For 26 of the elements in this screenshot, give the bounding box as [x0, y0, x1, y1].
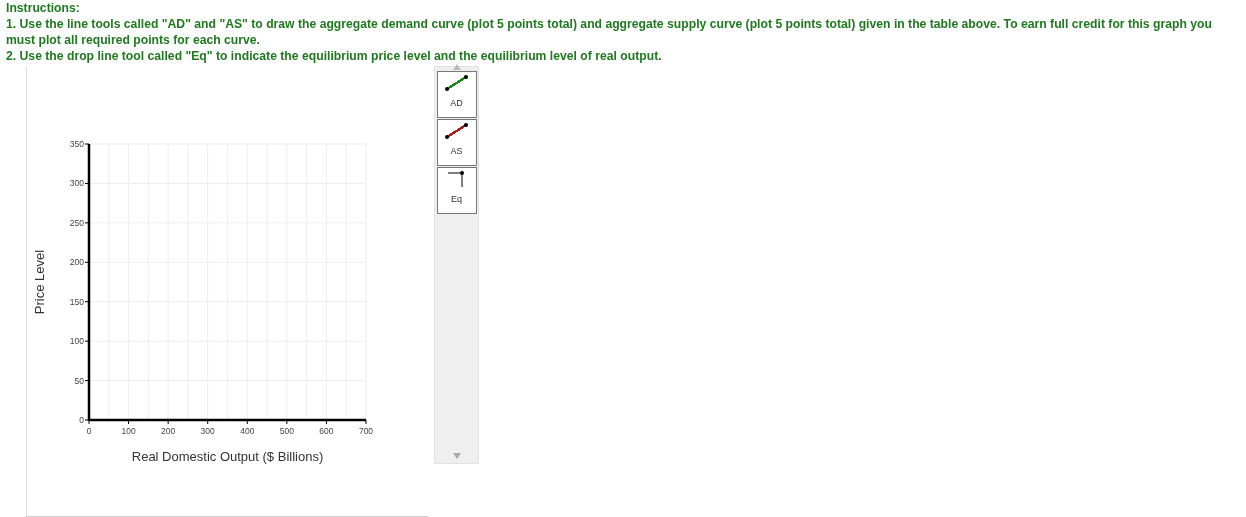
instruction-text: 1. Use the line tools called "AD" and "AS" to draw the aggregate demand curve (plot 5 points total) and aggregate supply curve (plot 5 points total) given in the table above. To earn full credit for this graph you must plot all required points for each curve.: [6, 16, 1213, 48]
y-tick-label: 250: [69, 217, 84, 228]
y-tick-label: 150: [69, 296, 84, 307]
y-tick-label: 300: [69, 178, 84, 189]
x-tick-label: 500: [279, 426, 294, 436]
scroll-down-icon[interactable]: [453, 453, 461, 459]
instructions-heading: Instructions:: [6, 0, 81, 16]
x-tick-label: 600: [319, 426, 334, 436]
x-tick-label: 400: [240, 426, 255, 436]
x-tick-label: 300: [200, 426, 215, 436]
drop-line-icon: [446, 170, 467, 188]
line-tool-button[interactable]: Eq: [436, 167, 477, 214]
y-tick-label: 200: [69, 257, 84, 268]
y-tick-label: 50: [74, 375, 84, 386]
x-tick-label: 0: [86, 426, 92, 436]
y-tick-label: 0: [79, 415, 84, 425]
x-tick-label: 100: [121, 426, 136, 436]
y-axis-title: Price Level: [32, 249, 47, 315]
x-tick-label: 200: [161, 426, 176, 436]
line-tool-button[interactable]: AS: [436, 119, 477, 166]
y-tick-label: 350: [69, 139, 84, 149]
x-axis-title: Real Domestic Output ($ Billions): [131, 449, 324, 464]
x-tick-label: 700: [358, 426, 374, 436]
instruction-text: 2. Use the drop line tool called "Eq" to indicate the equilibrium price level and the equilibrium level of real output.: [6, 48, 663, 64]
line-tool-button[interactable]: AD: [436, 71, 477, 118]
y-tick-label: 100: [69, 336, 84, 347]
